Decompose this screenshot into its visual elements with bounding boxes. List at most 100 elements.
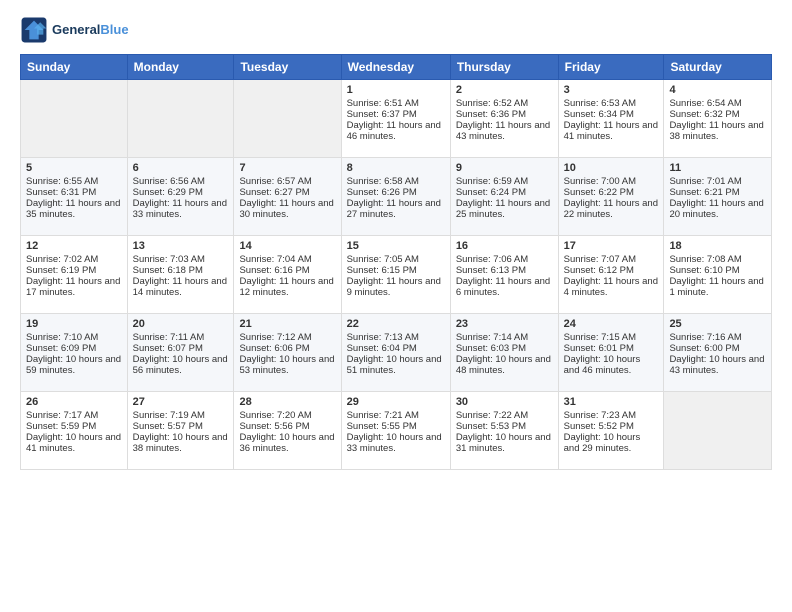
day-info: Sunrise: 7:12 AM (239, 332, 335, 343)
day-info: Sunset: 6:01 PM (564, 343, 659, 354)
day-cell: 18Sunrise: 7:08 AMSunset: 6:10 PMDayligh… (664, 236, 772, 314)
day-number: 5 (26, 162, 122, 174)
day-number: 8 (347, 162, 445, 174)
day-number: 10 (564, 162, 659, 174)
day-number: 2 (456, 84, 553, 96)
day-info: Sunrise: 6:59 AM (456, 176, 553, 187)
day-info: Sunset: 5:56 PM (239, 421, 335, 432)
day-cell: 8Sunrise: 6:58 AMSunset: 6:26 PMDaylight… (341, 158, 450, 236)
day-cell: 28Sunrise: 7:20 AMSunset: 5:56 PMDayligh… (234, 392, 341, 470)
page: GeneralBlue SundayMondayTuesdayWednesday… (0, 0, 792, 612)
day-cell (127, 80, 234, 158)
day-cell: 24Sunrise: 7:15 AMSunset: 6:01 PMDayligh… (558, 314, 664, 392)
weekday-wednesday: Wednesday (341, 55, 450, 80)
weekday-thursday: Thursday (450, 55, 558, 80)
day-info: Sunrise: 7:16 AM (669, 332, 766, 343)
day-info: Sunrise: 7:06 AM (456, 254, 553, 265)
day-number: 19 (26, 318, 122, 330)
day-number: 6 (133, 162, 229, 174)
day-info: Daylight: 11 hours and 20 minutes. (669, 198, 766, 220)
day-info: Sunset: 6:06 PM (239, 343, 335, 354)
day-cell: 29Sunrise: 7:21 AMSunset: 5:55 PMDayligh… (341, 392, 450, 470)
day-info: Daylight: 10 hours and 56 minutes. (133, 354, 229, 376)
day-info: Sunrise: 7:10 AM (26, 332, 122, 343)
day-cell: 20Sunrise: 7:11 AMSunset: 6:07 PMDayligh… (127, 314, 234, 392)
day-number: 17 (564, 240, 659, 252)
day-info: Sunset: 5:53 PM (456, 421, 553, 432)
day-info: Daylight: 11 hours and 12 minutes. (239, 276, 335, 298)
day-number: 29 (347, 396, 445, 408)
day-cell (234, 80, 341, 158)
day-info: Daylight: 11 hours and 14 minutes. (133, 276, 229, 298)
day-info: Sunrise: 7:20 AM (239, 410, 335, 421)
day-number: 31 (564, 396, 659, 408)
day-info: Sunset: 5:57 PM (133, 421, 229, 432)
day-info: Sunrise: 7:14 AM (456, 332, 553, 343)
day-info: Daylight: 11 hours and 1 minute. (669, 276, 766, 298)
day-info: Sunset: 6:34 PM (564, 109, 659, 120)
day-number: 25 (669, 318, 766, 330)
day-info: Daylight: 11 hours and 43 minutes. (456, 120, 553, 142)
day-cell: 9Sunrise: 6:59 AMSunset: 6:24 PMDaylight… (450, 158, 558, 236)
day-info: Sunrise: 6:55 AM (26, 176, 122, 187)
week-row-2: 5 Sunrise: 6:55 AMSunset: 6:31 PM Daylight… (21, 158, 772, 236)
day-cell: 14Sunrise: 7:04 AMSunset: 6:16 PMDayligh… (234, 236, 341, 314)
day-info: Daylight: 10 hours and 29 minutes. (564, 432, 659, 454)
day-cell: 27Sunrise: 7:19 AMSunset: 5:57 PMDayligh… (127, 392, 234, 470)
day-info: Sunset: 6:31 PM (26, 187, 122, 198)
day-info: Sunset: 6:15 PM (347, 265, 445, 276)
day-info: Sunrise: 7:02 AM (26, 254, 122, 265)
day-number: 23 (456, 318, 553, 330)
day-info: Sunrise: 7:08 AM (669, 254, 766, 265)
day-info: Sunset: 6:00 PM (669, 343, 766, 354)
day-number: 28 (239, 396, 335, 408)
day-cell (21, 80, 128, 158)
day-info: Sunset: 5:59 PM (26, 421, 122, 432)
day-info: Daylight: 11 hours and 4 minutes. (564, 276, 659, 298)
day-cell: 15Sunrise: 7:05 AMSunset: 6:15 PMDayligh… (341, 236, 450, 314)
day-info: Daylight: 11 hours and 27 minutes. (347, 198, 445, 220)
day-info: Daylight: 11 hours and 6 minutes. (456, 276, 553, 298)
weekday-tuesday: Tuesday (234, 55, 341, 80)
day-cell: 25Sunrise: 7:16 AMSunset: 6:00 PMDayligh… (664, 314, 772, 392)
day-number: 1 (347, 84, 445, 96)
week-row-5: 26Sunrise: 7:17 AMSunset: 5:59 PMDayligh… (21, 392, 772, 470)
day-info: Sunset: 6:10 PM (669, 265, 766, 276)
day-info: Sunset: 6:27 PM (239, 187, 335, 198)
day-info: Sunset: 5:55 PM (347, 421, 445, 432)
day-info: Sunset: 6:22 PM (564, 187, 659, 198)
day-cell: 7 Sunrise: 6:57 AMSunset: 6:27 PMDaylight… (234, 158, 341, 236)
day-number: 15 (347, 240, 445, 252)
day-info: Sunrise: 6:58 AM (347, 176, 445, 187)
day-info: Sunset: 6:36 PM (456, 109, 553, 120)
header: GeneralBlue (20, 16, 772, 44)
day-info: Sunset: 5:52 PM (564, 421, 659, 432)
day-cell: 1Sunrise: 6:51 AMSunset: 6:37 PMDaylight… (341, 80, 450, 158)
day-number: 11 (669, 162, 766, 174)
day-cell: 23Sunrise: 7:14 AMSunset: 6:03 PMDayligh… (450, 314, 558, 392)
day-cell: 21Sunrise: 7:12 AMSunset: 6:06 PMDayligh… (234, 314, 341, 392)
day-number: 14 (239, 240, 335, 252)
day-number: 7 (239, 162, 335, 174)
weekday-monday: Monday (127, 55, 234, 80)
day-info: Daylight: 10 hours and 31 minutes. (456, 432, 553, 454)
day-info: Sunset: 6:24 PM (456, 187, 553, 198)
day-cell: 17Sunrise: 7:07 AMSunset: 6:12 PMDayligh… (558, 236, 664, 314)
day-cell: 13Sunrise: 7:03 AMSunset: 6:18 PMDayligh… (127, 236, 234, 314)
day-info: Daylight: 10 hours and 53 minutes. (239, 354, 335, 376)
day-info: Sunset: 6:09 PM (26, 343, 122, 354)
day-info: Sunrise: 7:05 AM (347, 254, 445, 265)
day-info: Sunrise: 7:22 AM (456, 410, 553, 421)
day-info: Daylight: 10 hours and 38 minutes. (133, 432, 229, 454)
logo-text: GeneralBlue (52, 22, 129, 38)
day-cell: 12Sunrise: 7:02 AMSunset: 6:19 PMDayligh… (21, 236, 128, 314)
day-number: 27 (133, 396, 229, 408)
day-info: Sunset: 6:32 PM (669, 109, 766, 120)
day-info: Sunrise: 6:56 AM (133, 176, 229, 187)
day-cell (664, 392, 772, 470)
day-info: Sunrise: 7:21 AM (347, 410, 445, 421)
day-info: Sunrise: 7:04 AM (239, 254, 335, 265)
day-info: Sunrise: 6:57 AM (239, 176, 335, 187)
day-info: Daylight: 11 hours and 30 minutes. (239, 198, 335, 220)
day-number: 30 (456, 396, 553, 408)
